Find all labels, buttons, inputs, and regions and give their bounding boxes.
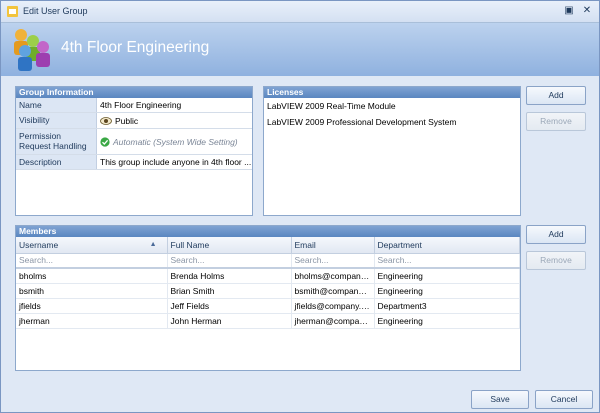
full-name-search-input[interactable]: Search... <box>167 253 292 269</box>
permission-value: Automatic (System Wide Setting) <box>113 136 238 147</box>
property-label: Visibility <box>16 113 97 128</box>
remove-member-button[interactable]: Remove <box>526 251 586 270</box>
full-name-cell: John Herman <box>167 313 292 329</box>
property-row-name[interactable]: Name 4th Floor Engineering <box>16 98 252 113</box>
group-banner: 4th Floor Engineering <box>1 23 599 76</box>
group-title: 4th Floor Engineering <box>61 39 210 56</box>
column-header-email[interactable]: Email <box>291 237 375 254</box>
property-row-visibility[interactable]: Visibility Public <box>16 113 252 129</box>
department-cell: Engineering <box>374 283 520 299</box>
column-header-full-name[interactable]: Full Name <box>167 237 292 254</box>
app-icon <box>7 6 18 17</box>
email-cell: jherman@company.... <box>291 313 375 329</box>
check-icon <box>100 136 110 147</box>
eye-icon <box>100 116 112 125</box>
department-cell: Engineering <box>374 268 520 284</box>
description-value[interactable]: This group include anyone in 4th floor .… <box>97 155 252 169</box>
username-cell: bholms <box>16 268 168 284</box>
table-row[interactable]: bholms Brenda Holms bholms@company.c... … <box>16 268 520 284</box>
property-label: Name <box>16 98 97 112</box>
members-table: Username ▲ Full Name Email Department Sea… <box>16 237 520 329</box>
email-cell: bholms@company.c... <box>291 268 375 284</box>
visibility-value: Public <box>115 115 139 126</box>
email-cell: bsmith@company.c... <box>291 283 375 299</box>
property-label: Permission Request Handling <box>16 129 97 154</box>
window-title: Edit User Group <box>23 6 88 16</box>
username-cell: jherman <box>16 313 168 329</box>
sort-ascending-icon: ▲ <box>149 241 157 248</box>
add-member-button[interactable]: Add <box>526 225 586 244</box>
table-row[interactable]: jfields Jeff Fields jfields@company.com … <box>16 298 520 314</box>
username-cell: bsmith <box>16 283 168 299</box>
permission-value-cell[interactable]: Automatic (System Wide Setting) <box>97 129 252 154</box>
full-name-cell: Jeff Fields <box>167 298 292 314</box>
edit-user-group-window: Edit User Group ▣ ✕ 4th Floor Engineerin… <box>0 0 600 413</box>
save-button[interactable]: Save <box>471 390 529 409</box>
username-search-input[interactable]: Search... <box>16 253 168 269</box>
property-row-permission[interactable]: Permission Request Handling Automatic (S… <box>16 129 252 155</box>
table-header-row: Username ▲ Full Name Email Department <box>16 237 520 254</box>
department-search-input[interactable]: Search... <box>374 253 520 269</box>
email-search-input[interactable]: Search... <box>291 253 375 269</box>
members-panel: Members Username ▲ Full Name Email Depart… <box>15 225 521 371</box>
department-cell: Department3 <box>374 298 520 314</box>
user-group-icon <box>14 29 50 71</box>
username-cell: jfields <box>16 298 168 314</box>
group-information-header: Group Information <box>16 87 252 98</box>
filter-row: Search... Search... Search... Search... <box>16 253 520 269</box>
license-item[interactable]: LabVIEW 2009 Professional Development Sy… <box>264 114 520 130</box>
members-header: Members <box>16 226 520 237</box>
title-bar: Edit User Group ▣ ✕ <box>1 1 599 23</box>
cancel-button[interactable]: Cancel <box>535 390 593 409</box>
table-row[interactable]: bsmith Brian Smith bsmith@company.c... E… <box>16 283 520 299</box>
table-row[interactable]: jherman John Herman jherman@company.... … <box>16 313 520 329</box>
column-header-username[interactable]: Username ▲ <box>16 237 168 254</box>
license-item[interactable]: LabVIEW 2009 Real-Time Module <box>264 98 520 114</box>
property-row-description[interactable]: Description This group include anyone in… <box>16 155 252 170</box>
close-icon[interactable]: ✕ <box>581 5 593 17</box>
full-name-cell: Brian Smith <box>167 283 292 299</box>
column-header-department[interactable]: Department <box>374 237 520 254</box>
email-cell: jfields@company.com <box>291 298 375 314</box>
full-name-cell: Brenda Holms <box>167 268 292 284</box>
department-cell: Engineering <box>374 313 520 329</box>
maximize-icon[interactable]: ▣ <box>563 5 575 17</box>
visibility-value-cell[interactable]: Public <box>97 113 252 128</box>
remove-license-button[interactable]: Remove <box>526 112 586 131</box>
licenses-panel: Licenses LabVIEW 2009 Real-Time Module L… <box>263 86 521 216</box>
group-information-panel: Group Information Name 4th Floor Enginee… <box>15 86 253 216</box>
add-license-button[interactable]: Add <box>526 86 586 105</box>
property-label: Description <box>16 155 97 169</box>
licenses-header: Licenses <box>264 87 520 98</box>
name-value[interactable]: 4th Floor Engineering <box>97 98 252 112</box>
column-label: Username <box>19 239 59 250</box>
